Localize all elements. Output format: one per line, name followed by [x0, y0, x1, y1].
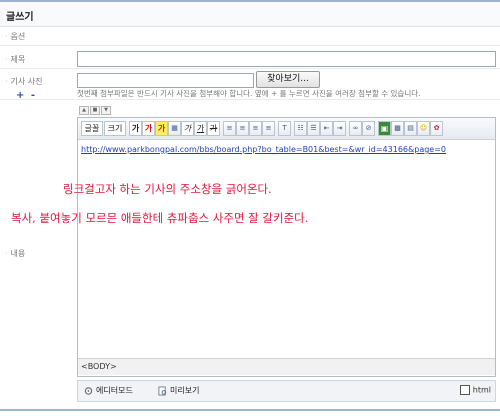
align-center-icon[interactable]: ≡: [236, 121, 249, 136]
file-path-input[interactable]: [77, 73, 254, 88]
body-tag-indicator: <BODY>: [81, 362, 117, 371]
expand-editor-icon[interactable]: ▼: [101, 106, 111, 115]
italic-button[interactable]: 가: [181, 121, 194, 136]
preview-button[interactable]: 미리보기: [158, 384, 199, 398]
align-left-icon[interactable]: ≡: [223, 121, 236, 136]
shrink-editor-icon[interactable]: ▲: [79, 106, 89, 115]
link-icon[interactable]: ∞: [349, 121, 362, 136]
align-right-icon[interactable]: ≡: [249, 121, 262, 136]
font-size-button[interactable]: 크기: [104, 121, 126, 136]
font-color-button[interactable]: 가: [142, 121, 155, 136]
editor-size-controls: ▲ ■ ▼: [79, 104, 112, 115]
media-icon[interactable]: ▩: [391, 121, 404, 136]
unordered-list-icon[interactable]: ☰: [307, 121, 320, 136]
annotation-copy-url: 링크걸고자 하는 기사의 주소창을 긁어온다.: [63, 182, 272, 196]
content-row-label: · 내용: [5, 249, 26, 258]
subject-row-label: · 제목: [5, 55, 26, 64]
editor-content[interactable]: http://www.parkbongpal.com/bbs/board.php…: [11, 140, 495, 354]
rich-text-editor: 글꼴 크기 가 가 가 ▦ 가 가 가 ≡ ≡ ≡ ≡ T ☷ ☰ ⇤ ⇥ ∞ …: [11, 117, 496, 377]
editor-status-bar: <BODY>: [78, 358, 495, 375]
indent-icon[interactable]: ⇥: [333, 121, 346, 136]
file-note: 첫번째 첨부파일은 반드시 기사 사진을 첨부해야 합니다. 옆에 + 를 누르…: [77, 89, 421, 98]
row-divider: [0, 99, 500, 100]
special-char-icon[interactable]: ✿: [430, 121, 443, 136]
html-checkbox[interactable]: [459, 385, 470, 395]
editor-mode-icon: [84, 386, 93, 395]
document-icon[interactable]: ▤: [404, 121, 417, 136]
preview-icon: [158, 386, 167, 395]
option-row-label: · 옵션: [5, 32, 26, 41]
highlight-button[interactable]: 가: [155, 121, 168, 136]
pasted-link[interactable]: http://www.parkbongpal.com/bbs/board.php…: [81, 145, 446, 154]
subject-input[interactable]: [77, 51, 496, 67]
editor-mode-bar: 에디터모드 미리보기 html: [77, 380, 496, 402]
annotation-copy-paste: 복사, 붙여놓기 모르믄 애들한테 츄파춥스 사주면 잘 갈키준다.: [11, 211, 309, 225]
reset-editor-icon[interactable]: ■: [90, 106, 100, 115]
html-mode-toggle[interactable]: html: [459, 385, 491, 395]
font-family-button[interactable]: 글꼴: [81, 121, 103, 136]
editor-toolbar: 글꼴 크기 가 가 가 ▦ 가 가 가 ≡ ≡ ≡ ≡ T ☷ ☰ ⇤ ⇥ ∞ …: [78, 118, 495, 140]
ordered-list-icon[interactable]: ☷: [294, 121, 307, 136]
emoticon-icon[interactable]: ☺: [417, 121, 430, 136]
row-divider: [0, 68, 500, 69]
footer-divider: [0, 409, 500, 411]
outdent-icon[interactable]: ⇤: [320, 121, 333, 136]
table-icon[interactable]: ▦: [168, 121, 181, 136]
bold-button[interactable]: 가: [129, 121, 142, 136]
photo-row-label: · 기사 사진: [5, 77, 43, 86]
editor-mode-button[interactable]: 에디터모드: [84, 384, 133, 398]
align-justify-icon[interactable]: ≡: [262, 121, 275, 136]
image-icon[interactable]: ▣: [378, 121, 391, 136]
page-title: 글쓰기: [6, 12, 34, 23]
strikethrough-button[interactable]: 가: [207, 121, 220, 136]
browse-file-button[interactable]: 찾아보기...: [256, 71, 320, 88]
unlink-icon[interactable]: ⊘: [362, 121, 375, 136]
underline-button[interactable]: 가: [194, 121, 207, 136]
title-bar: 글쓰기: [0, 0, 500, 27]
row-divider: [0, 45, 500, 46]
text-format-icon[interactable]: T: [278, 121, 291, 136]
